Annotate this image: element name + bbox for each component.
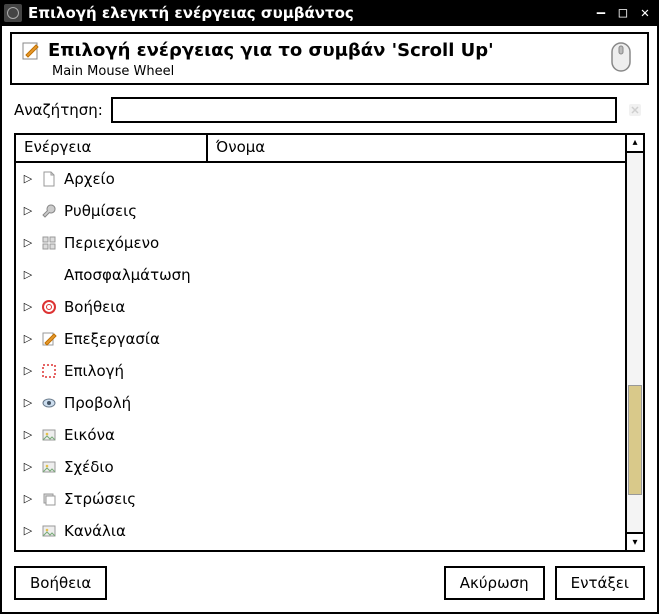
window-body: Επιλογή ενέργειας για το συμβάν 'Scroll …: [0, 26, 659, 614]
edit-note-icon: [20, 40, 42, 62]
expander-icon[interactable]: ▷: [22, 332, 34, 345]
tree-row-label: Στρώσεις: [64, 490, 136, 508]
edit-icon: [40, 330, 58, 348]
tree-row[interactable]: ▷ Βοήθεια: [16, 291, 625, 323]
layers-icon: [40, 490, 58, 508]
titlebar: Επιλογή ελεγκτή ενέργειας συμβάντος — □ …: [0, 0, 659, 26]
scroll-up-button[interactable]: ▴: [627, 135, 643, 153]
scrollbar[interactable]: ▴ ▾: [625, 135, 643, 550]
scroll-track[interactable]: [627, 153, 643, 532]
tree-row[interactable]: ▷ Σχέδιο: [16, 451, 625, 483]
wrench-icon: [40, 202, 58, 220]
cancel-button[interactable]: Ακύρωση: [444, 566, 545, 600]
tree-header: Ενέργεια Όνομα: [16, 135, 625, 163]
expander-icon[interactable]: ▷: [22, 396, 34, 409]
app-icon: [4, 4, 22, 22]
help-button[interactable]: Βοήθεια: [14, 566, 107, 600]
expander-icon[interactable]: ▷: [22, 204, 34, 217]
maximize-button[interactable]: □: [613, 3, 633, 23]
tree-row[interactable]: ▷ Προβολή: [16, 387, 625, 419]
image-icon: [40, 522, 58, 540]
search-input[interactable]: [111, 97, 617, 123]
image-icon: [40, 458, 58, 476]
ok-button[interactable]: Εντάξει: [555, 566, 645, 600]
grid-icon: [40, 234, 58, 252]
scroll-thumb[interactable]: [628, 385, 642, 495]
expander-icon[interactable]: ▷: [22, 524, 34, 537]
column-header-name[interactable]: Όνομα: [208, 135, 625, 161]
window-title: Επιλογή ελεγκτή ενέργειας συμβάντος: [28, 4, 589, 22]
search-row: Αναζήτηση:: [2, 85, 657, 133]
tree-row[interactable]: ▷ Αποσφαλμάτωση: [16, 259, 625, 291]
header-subtitle: Main Mouse Wheel: [52, 64, 603, 79]
tree-row[interactable]: ▷ Επιλογή: [16, 355, 625, 387]
column-header-action[interactable]: Ενέργεια: [16, 135, 208, 161]
eye-icon: [40, 394, 58, 412]
tree-row-label: Αποσφαλμάτωση: [64, 266, 191, 284]
expander-icon[interactable]: ▷: [22, 364, 34, 377]
tree-row-label: Ρυθμίσεις: [64, 202, 137, 220]
image-icon: [40, 426, 58, 444]
tree-row[interactable]: ▷ Κανάλια: [16, 515, 625, 547]
select-icon: [40, 362, 58, 380]
header-panel: Επιλογή ενέργειας για το συμβάν 'Scroll …: [10, 32, 649, 85]
scroll-down-button[interactable]: ▾: [627, 532, 643, 550]
tree-row[interactable]: ▷ Αρχείο: [16, 163, 625, 195]
expander-icon[interactable]: ▷: [22, 428, 34, 441]
tree-row[interactable]: ▷ Εικόνα: [16, 419, 625, 451]
blank-icon: [40, 266, 58, 284]
tree-row-label: Σχέδιο: [64, 458, 114, 476]
minimize-button[interactable]: —: [591, 3, 611, 23]
mouse-icon: [603, 40, 639, 76]
tree-body: ▷ Αρχείο ▷ Ρυθμίσεις ▷ Περιεχόμενο ▷ Αποσφαλμάτ…: [16, 163, 625, 550]
search-label: Αναζήτηση:: [14, 101, 103, 119]
tree-row-label: Κανάλια: [64, 522, 126, 540]
lifebuoy-icon: [40, 298, 58, 316]
tree-row-label: Αρχείο: [64, 170, 115, 188]
tree-row[interactable]: ▷ Επεξεργασία: [16, 323, 625, 355]
close-button[interactable]: ✕: [635, 3, 655, 23]
tree-row-label: Επεξεργασία: [64, 330, 160, 348]
tree-row-label: Βοήθεια: [64, 298, 125, 316]
expander-icon[interactable]: ▷: [22, 268, 34, 281]
tree-row[interactable]: ▷ Περιεχόμενο: [16, 227, 625, 259]
tree-row-label: Προβολή: [64, 394, 131, 412]
tree-row[interactable]: ▷ Ρυθμίσεις: [16, 195, 625, 227]
tree-row-label: Εικόνα: [64, 426, 115, 444]
expander-icon[interactable]: ▷: [22, 460, 34, 473]
expander-icon[interactable]: ▷: [22, 492, 34, 505]
tree-row[interactable]: ▷ Στρώσεις: [16, 483, 625, 515]
clear-search-icon[interactable]: [625, 100, 645, 120]
file-icon: [40, 170, 58, 188]
button-row: Βοήθεια Ακύρωση Εντάξει: [2, 552, 657, 612]
tree-row-label: Επιλογή: [64, 362, 124, 380]
header-title: Επιλογή ενέργειας για το συμβάν 'Scroll …: [48, 40, 603, 62]
tree-row-label: Περιεχόμενο: [64, 234, 159, 252]
expander-icon[interactable]: ▷: [22, 300, 34, 313]
tree-area: Ενέργεια Όνομα ▷ Αρχείο ▷ Ρυθμίσεις ▷ Περιεχό…: [14, 133, 645, 552]
expander-icon[interactable]: ▷: [22, 172, 34, 185]
expander-icon[interactable]: ▷: [22, 236, 34, 249]
